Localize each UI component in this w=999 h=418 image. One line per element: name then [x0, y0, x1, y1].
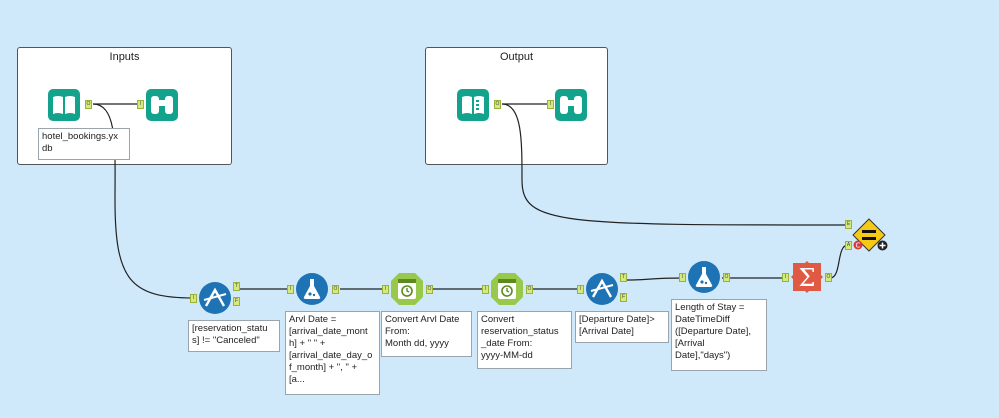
book-input-icon	[457, 89, 489, 121]
input-data-tool[interactable]	[47, 88, 81, 122]
output-input-anchor[interactable]: O	[494, 100, 501, 109]
clock-datetime-icon	[491, 273, 523, 305]
filter-triangle-icon	[199, 282, 231, 314]
summarize-output-anchor[interactable]: O	[825, 273, 832, 282]
svg-text:C: C	[856, 242, 861, 250]
formula-tool-2[interactable]	[687, 260, 721, 294]
filter2-false-anchor[interactable]: F	[620, 293, 627, 302]
summarize-input-anchor[interactable]: I	[782, 273, 789, 282]
formula1-annotation: Arvl Date = [arrival_date_mont h] + " " …	[285, 311, 380, 395]
filter1-input-anchor[interactable]: I	[190, 294, 197, 303]
datetime2-input-anchor[interactable]: I	[482, 285, 489, 294]
filter-triangle-icon	[586, 273, 618, 305]
formula1-output-anchor[interactable]: O	[332, 285, 339, 294]
formula2-output-anchor[interactable]: O	[723, 273, 730, 282]
filter1-annotation: [reservation_statu s] != "Canceled"	[188, 320, 280, 352]
summarize-tool[interactable]: Σ	[790, 260, 824, 294]
datetime-tool-2[interactable]	[490, 272, 524, 306]
wire-filter2-to-formula2	[626, 277, 684, 281]
flask-formula-icon	[688, 261, 720, 293]
filter1-false-anchor[interactable]: F	[233, 297, 240, 306]
filter-tool-1[interactable]	[198, 281, 232, 315]
input-file-annotation: hotel_bookings.yx db	[38, 128, 130, 160]
filter1-true-anchor[interactable]: T	[233, 282, 240, 291]
filter-tool-2[interactable]	[585, 272, 619, 306]
workflow-canvas[interactable]: Inputs Output O I hotel_bookings.yx db O…	[0, 0, 999, 418]
output-input-tool[interactable]	[456, 88, 490, 122]
browse-tool-1[interactable]	[145, 88, 179, 122]
wire-output-input-to-test	[501, 103, 849, 226]
browse1-input-anchor[interactable]: I	[137, 100, 144, 109]
filter2-input-anchor[interactable]: I	[577, 285, 584, 294]
datetime-tool-1[interactable]	[390, 272, 424, 306]
formula1-input-anchor[interactable]: I	[287, 285, 294, 294]
sigma-summarize-icon: Σ	[791, 261, 823, 293]
binoculars-browse-icon	[555, 89, 587, 121]
add-plus-icon[interactable]	[877, 240, 888, 251]
input-data-output-anchor[interactable]: O	[85, 100, 92, 109]
filter2-true-anchor[interactable]: T	[620, 273, 627, 282]
browse-tool-2[interactable]	[554, 88, 588, 122]
datetime2-annotation: Convert reservation_status _date From: y…	[477, 311, 572, 369]
error-badge-icon: C	[853, 240, 863, 250]
svg-text:Σ: Σ	[799, 264, 816, 292]
flask-formula-icon	[296, 273, 328, 305]
filter2-annotation: [Departure Date]> [Arrival Date]	[575, 311, 669, 343]
binoculars-browse-icon	[146, 89, 178, 121]
browse2-input-anchor[interactable]: I	[547, 100, 554, 109]
formula2-input-anchor[interactable]: I	[679, 273, 686, 282]
test-actual-anchor[interactable]: A	[845, 241, 852, 250]
test-expected-anchor[interactable]: E	[845, 220, 852, 229]
datetime1-annotation: Convert Arvl Date From: Month dd, yyyy	[381, 311, 472, 357]
datetime1-output-anchor[interactable]: O	[426, 285, 433, 294]
formula2-annotation: Length of Stay = DateTimeDiff ([Departur…	[671, 299, 767, 371]
clock-datetime-icon	[391, 273, 423, 305]
datetime1-input-anchor[interactable]: I	[382, 285, 389, 294]
formula-tool-1[interactable]	[295, 272, 329, 306]
datetime2-output-anchor[interactable]: O	[526, 285, 533, 294]
book-input-icon	[48, 89, 80, 121]
